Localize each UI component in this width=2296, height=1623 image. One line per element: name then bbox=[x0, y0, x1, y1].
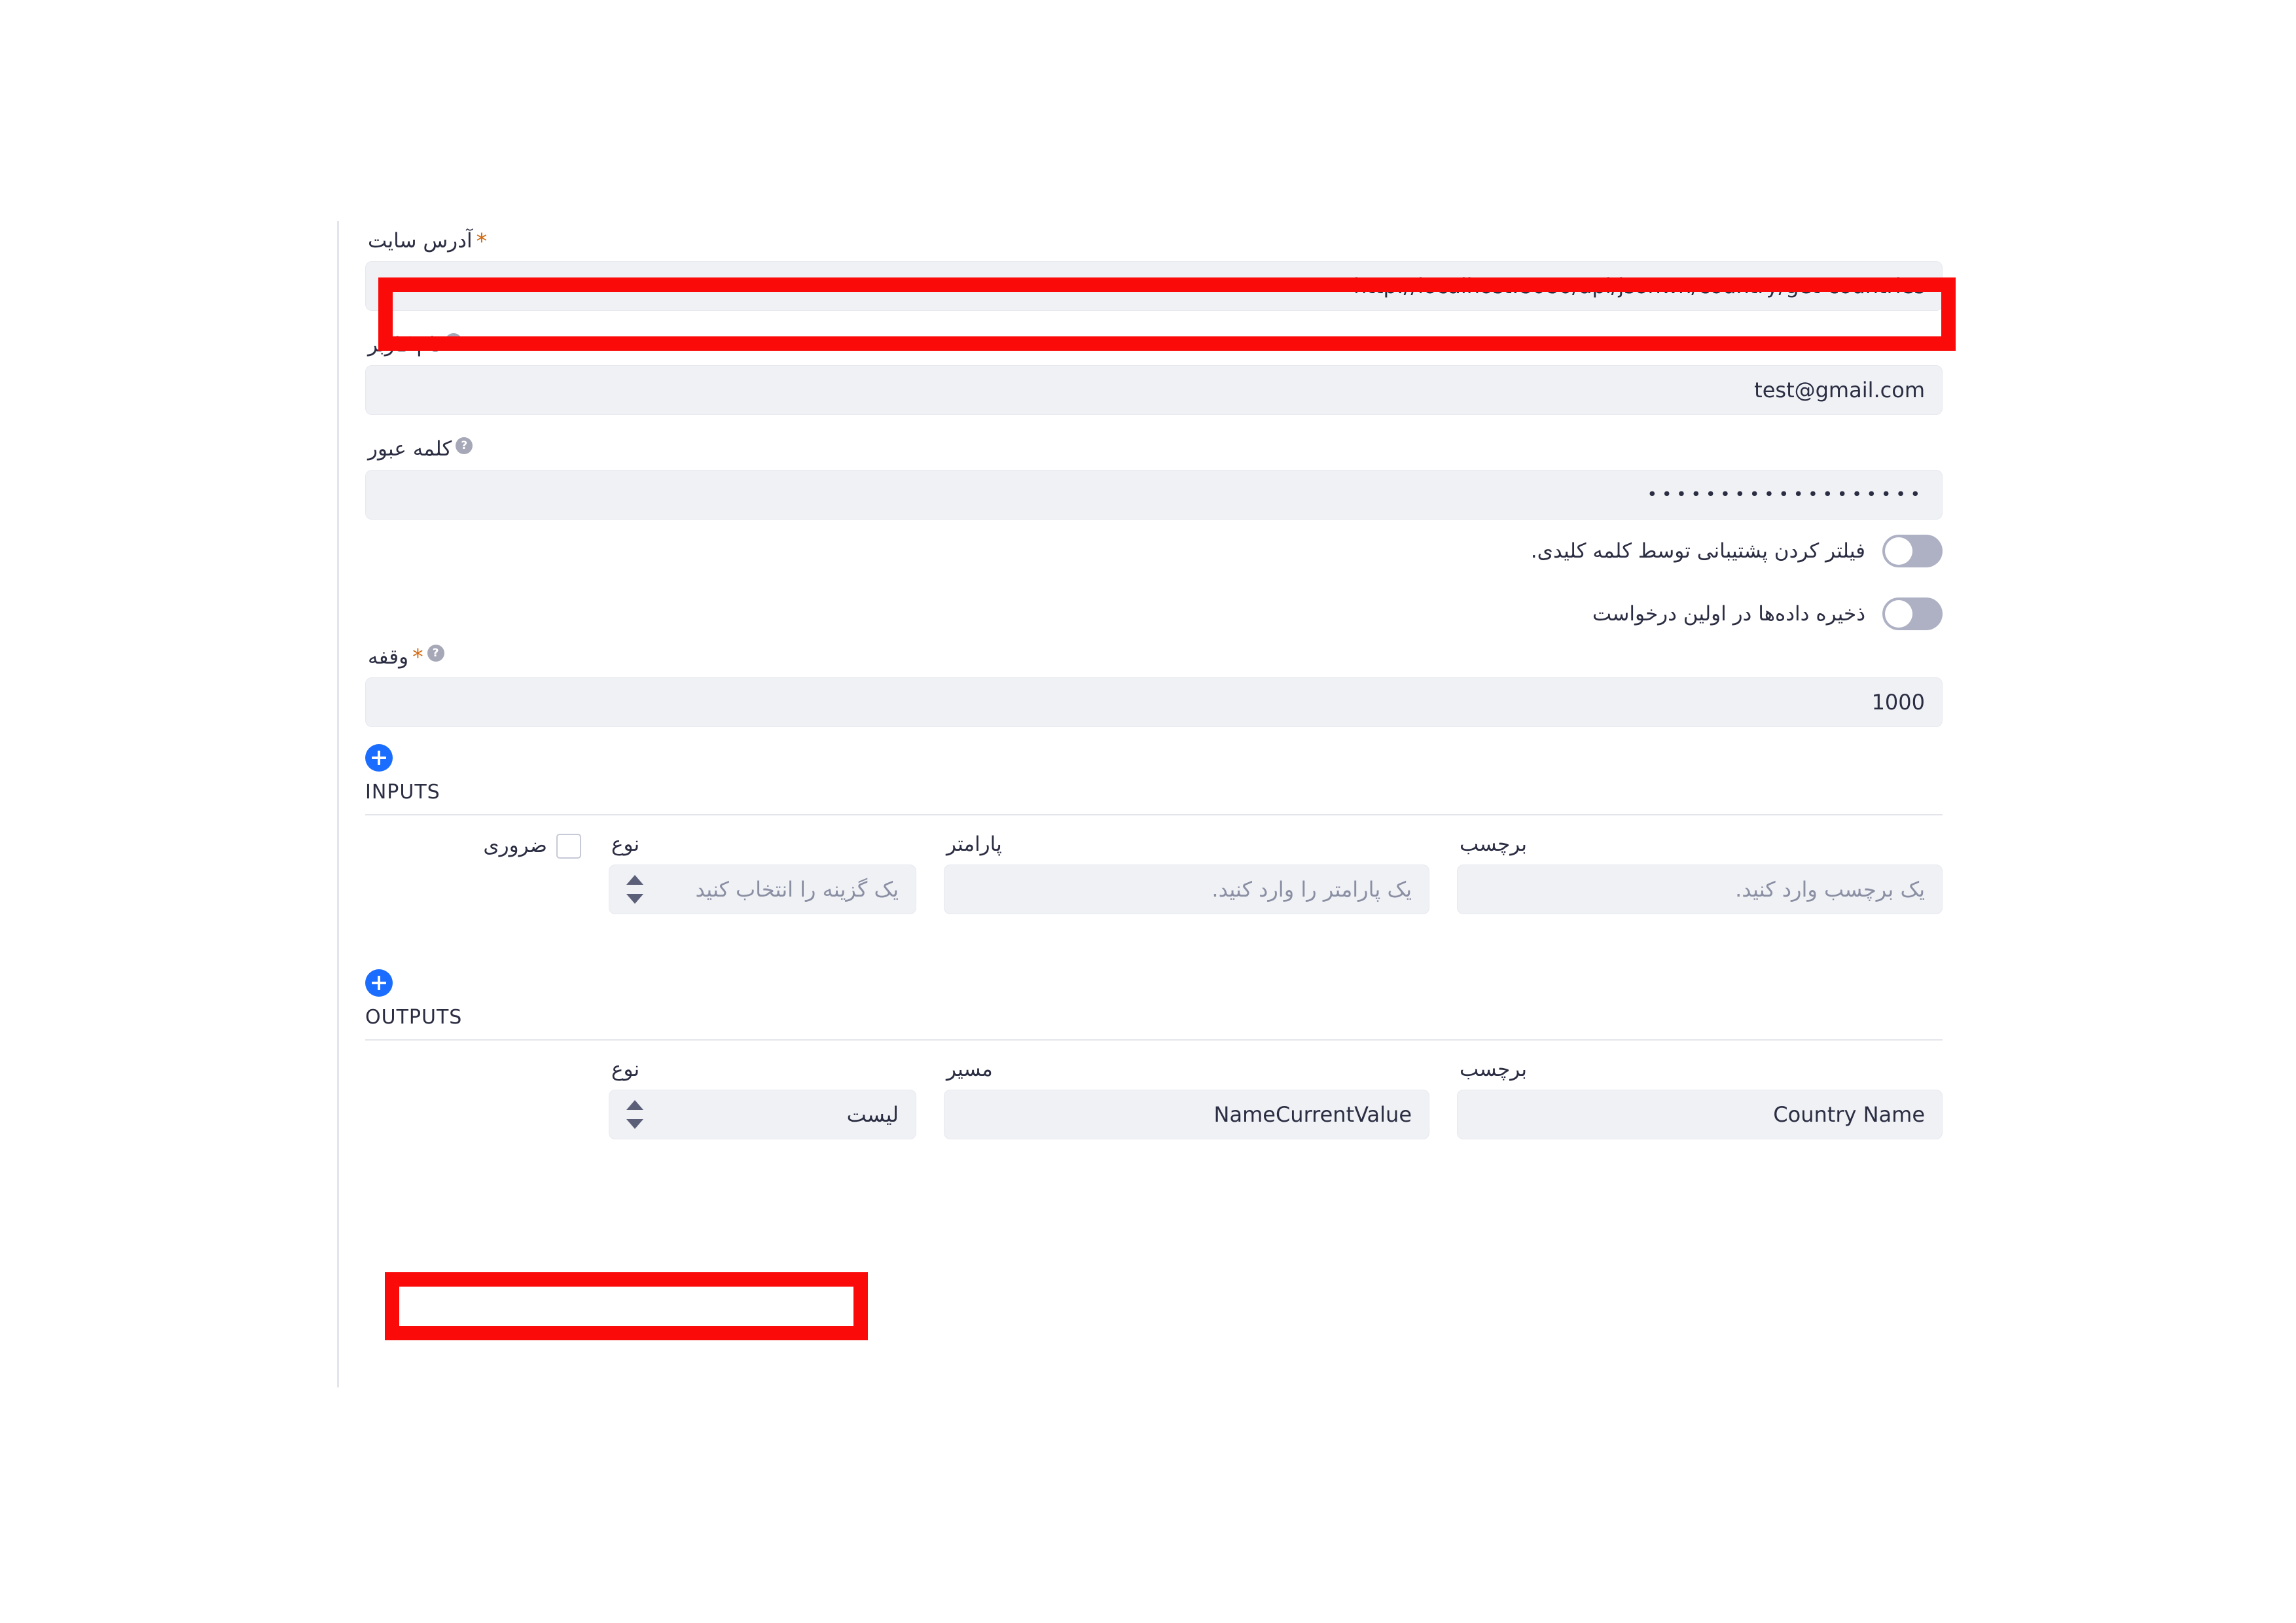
output-path-input[interactable]: NameCurrentValue bbox=[944, 1090, 1429, 1140]
output-spacer-cell bbox=[365, 1058, 581, 1059]
username-label-text: نام کاربر bbox=[368, 333, 442, 357]
password-label-text: کلمه عبور bbox=[368, 437, 452, 461]
add-output-button[interactable] bbox=[365, 969, 393, 997]
toggle-knob bbox=[1885, 537, 1912, 565]
keyword-filter-toggle-row: فیلتر کردن پشتیبانی توسط کلمه کلیدی. bbox=[365, 520, 1943, 582]
output-type-select-value: لیست bbox=[846, 1102, 899, 1128]
output-label-caption: برچسب bbox=[1460, 1057, 1527, 1081]
inputs-section-header: INPUTS bbox=[365, 743, 1943, 815]
site-url-label: آدرس سایت * bbox=[365, 229, 1943, 253]
password-label: کلمه عبور ? bbox=[365, 437, 1943, 461]
output-label-cell: برچسب Country Name bbox=[1457, 1057, 1943, 1140]
input-type-caption: نوع bbox=[611, 832, 640, 856]
spinner-arrows-icon bbox=[626, 1100, 643, 1130]
username-field: نام کاربر ? test@gmail.com bbox=[365, 332, 1943, 416]
timeout-label: وقفه * ? bbox=[365, 645, 1943, 669]
input-parameter-cell: پارامتر یک پارامتر را وارد کنید. bbox=[944, 832, 1429, 914]
input-type-cell: نوع یک گزینه را انتخاب کنید bbox=[609, 832, 916, 914]
password-input[interactable]: ••••••••••••••••••• bbox=[365, 469, 1943, 520]
input-required-checkbox[interactable] bbox=[556, 833, 581, 859]
site-url-field: آدرس سایت * http://localhost:8080/api/js… bbox=[365, 229, 1943, 312]
output-type-cell: نوع لیست bbox=[609, 1057, 916, 1140]
api-settings-page: آدرس سایت * http://localhost:8080/api/js… bbox=[0, 0, 2296, 1623]
output-type-select[interactable]: لیست bbox=[609, 1090, 916, 1140]
input-parameter-input[interactable]: یک پارامتر را وارد کنید. bbox=[944, 864, 1429, 914]
username-label: نام کاربر ? bbox=[365, 332, 1943, 357]
outputs-section-title: OUTPUTS bbox=[365, 1005, 463, 1029]
output-label-input[interactable]: Country Name bbox=[1457, 1090, 1943, 1140]
output-path-caption: مسیر bbox=[946, 1057, 993, 1081]
site-url-input[interactable]: http://localhost:8080/api/jsonwn/country… bbox=[365, 261, 1943, 312]
input-label-caption: برچسب bbox=[1460, 832, 1527, 856]
timeout-field: وقفه * ? 1000 bbox=[365, 645, 1943, 727]
timeout-label-text: وقفه bbox=[368, 645, 409, 669]
cache-first-request-toggle-label: ذخیره داده‌ها در اولین درخواست bbox=[1592, 601, 1865, 626]
add-input-button[interactable] bbox=[365, 743, 393, 772]
spinner-arrows-icon bbox=[626, 874, 643, 904]
input-type-select[interactable]: یک گزینه را انتخاب کنید bbox=[609, 864, 916, 914]
output-type-caption: نوع bbox=[611, 1057, 640, 1081]
keyword-filter-toggle-label: فیلتر کردن پشتیبانی توسط کلمه کلیدی. bbox=[1530, 539, 1865, 563]
cache-first-request-toggle[interactable] bbox=[1882, 597, 1943, 630]
output-path-cell: مسیر NameCurrentValue bbox=[944, 1057, 1429, 1140]
question-mark-icon[interactable]: ? bbox=[456, 437, 473, 454]
input-required-cell: ضروری bbox=[365, 832, 581, 859]
cache-first-request-toggle-row: ذخیره داده‌ها در اولین درخواست bbox=[365, 582, 1943, 645]
input-required-label: ضروری bbox=[483, 833, 547, 857]
toggle-knob bbox=[1885, 599, 1912, 628]
input-label-cell: برچسب یک برچسب وارد کنید. bbox=[1457, 832, 1943, 914]
keyword-filter-toggle[interactable] bbox=[1882, 534, 1943, 567]
username-input[interactable]: test@gmail.com bbox=[365, 365, 1943, 416]
required-asterisk: * bbox=[412, 644, 423, 670]
input-label-input[interactable]: یک برچسب وارد کنید. bbox=[1457, 864, 1943, 914]
highlight-box-output-type bbox=[385, 1272, 868, 1340]
timeout-input[interactable]: 1000 bbox=[365, 677, 1943, 727]
inputs-row: برچسب یک برچسب وارد کنید. پارامتر یک پار… bbox=[365, 832, 1943, 914]
site-url-label-text: آدرس سایت bbox=[368, 229, 473, 253]
outputs-divider bbox=[365, 1039, 1943, 1041]
outputs-section-header: OUTPUTS bbox=[365, 969, 1943, 1041]
api-settings-form: آدرس سایت * http://localhost:8080/api/js… bbox=[365, 229, 1943, 1140]
inputs-section-title: INPUTS bbox=[365, 780, 440, 804]
input-type-select-value: یک گزینه را انتخاب کنید bbox=[695, 876, 899, 902]
outputs-row: برچسب Country Name مسیر NameCurrentValue… bbox=[365, 1057, 1943, 1140]
question-mark-icon[interactable]: ? bbox=[427, 645, 444, 662]
question-mark-icon[interactable]: ? bbox=[445, 332, 463, 350]
password-field: کلمه عبور ? ••••••••••••••••••• bbox=[365, 437, 1943, 520]
input-parameter-caption: پارامتر bbox=[946, 832, 1002, 856]
inputs-divider bbox=[365, 813, 1943, 815]
required-asterisk: * bbox=[476, 228, 488, 254]
form-left-rule bbox=[337, 221, 339, 1387]
